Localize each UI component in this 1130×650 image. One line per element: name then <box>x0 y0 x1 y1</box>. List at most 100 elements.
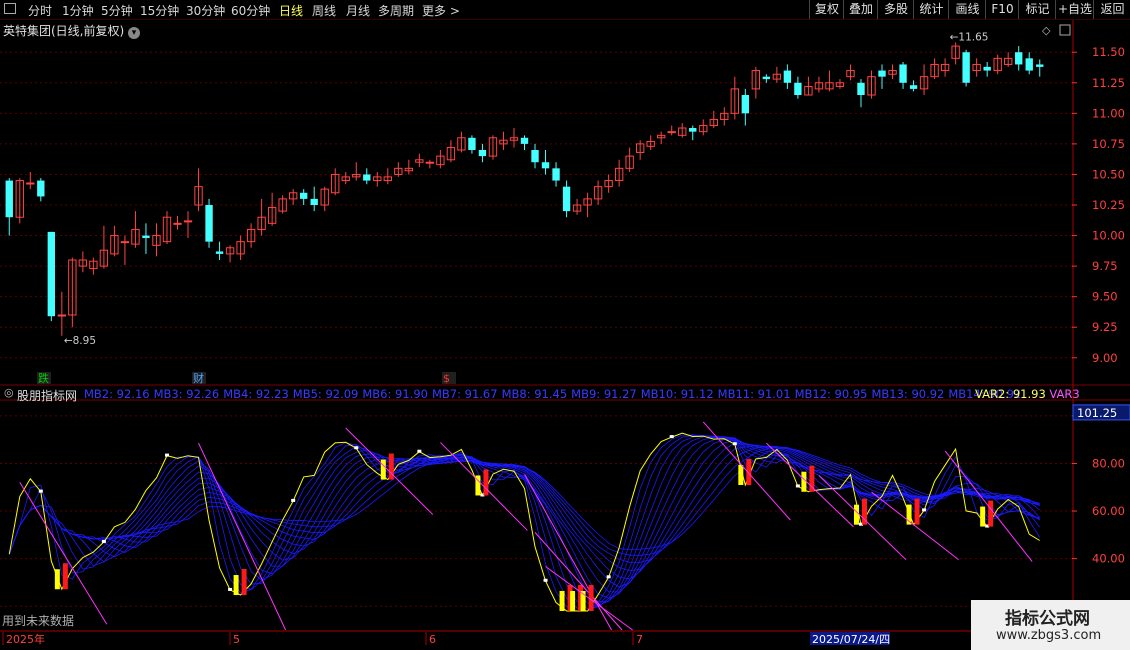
date-label-0: 2025年 <box>6 632 45 646</box>
event-marker-2: $ <box>443 372 450 385</box>
signal-dot <box>669 435 674 439</box>
candle-body <box>762 76 771 80</box>
price-axis-label: 10.00 <box>1092 229 1125 243</box>
buy-signal-bar <box>980 506 986 527</box>
var3-decline-line <box>818 475 907 561</box>
mb-value-6: MB6: 91.90 <box>362 387 428 401</box>
candle-body <box>541 162 550 169</box>
indicator-title[interactable]: 股朋指标网 <box>17 387 77 404</box>
panel-maximize-icon <box>1059 24 1071 36</box>
period-tab-7[interactable]: 周线 <box>312 2 336 19</box>
candle-body <box>909 85 918 89</box>
price-axis-label: 9.75 <box>1092 259 1118 273</box>
buy-signal-bar <box>738 465 744 486</box>
mb-line-11 <box>8 445 1040 572</box>
candle-body <box>183 220 193 223</box>
var-values: VAR2: 91.93 VAR3 <box>975 387 1080 401</box>
var3-decline-line <box>545 566 633 631</box>
candle-body <box>562 186 571 212</box>
period-tab-4[interactable]: 30分钟 <box>186 2 225 19</box>
candle-body <box>5 180 13 218</box>
toolbar-button-6[interactable]: 标记 <box>1018 0 1056 19</box>
candle-body <box>520 137 529 144</box>
mb-value-7: MB7: 91.67 <box>431 387 498 401</box>
period-tab-0[interactable]: 分时 <box>28 2 52 19</box>
candle-body <box>531 150 539 163</box>
toolbar-button-8[interactable]: 返回 <box>1093 0 1130 19</box>
watermark-title: 指标公式网 <box>1005 609 1090 629</box>
signal-dot <box>101 539 106 543</box>
mb-value-12: MB12: 90.95 <box>794 387 868 401</box>
toolbar-button-2[interactable]: 多股 <box>877 0 914 19</box>
candle-body <box>173 222 182 225</box>
candle-body <box>878 70 886 77</box>
price-axis-label: 10.75 <box>1092 137 1125 151</box>
candle-body <box>689 128 697 132</box>
signal-dot <box>354 446 359 450</box>
signal-dot <box>543 578 548 582</box>
price-axis-label: 9.00 <box>1092 351 1118 365</box>
candle-body <box>478 150 487 157</box>
mb-value-8: MB8: 91.45 <box>501 387 568 401</box>
candle-body <box>300 192 308 199</box>
high-price-label: ←11.65 <box>950 31 989 43</box>
watermark-url: www.zbgs3.com <box>996 628 1102 643</box>
low-price-label: ←8.95 <box>64 335 96 347</box>
current-value: 101.25 <box>1077 406 1117 420</box>
mb-values-line: MB2: 92.16 MB3: 92.26 MB4: 92.23 MB5: 92.09… <box>84 387 1074 401</box>
period-tab-8[interactable]: 月线 <box>346 2 370 19</box>
toolbar-button-7[interactable]: +自选 <box>1055 0 1094 19</box>
price-axis-label: 10.25 <box>1092 198 1125 212</box>
buy-signal-bar <box>801 471 807 492</box>
diamond-icon: ◇ <box>1042 24 1051 37</box>
date-label-2: 6 <box>429 633 436 646</box>
period-tab-3[interactable]: 15分钟 <box>140 2 179 19</box>
candle-body <box>425 161 435 164</box>
date-label-3: 7 <box>636 633 643 646</box>
signal-dot <box>795 484 800 488</box>
mb-value-11: MB11: 91.01 <box>717 387 791 401</box>
candle-body <box>783 70 792 83</box>
candle-body <box>205 205 213 242</box>
toolbar-button-5[interactable]: F10 <box>985 0 1019 19</box>
toolbar-button-3[interactable]: 统计 <box>913 0 949 19</box>
var3-decline-line <box>702 421 791 521</box>
toolbar-button-1[interactable]: 叠加 <box>843 0 878 19</box>
event-marker-1: 财 <box>193 371 204 385</box>
period-tab-1[interactable]: 1分钟 <box>62 2 94 19</box>
buy-signal-bar-red <box>483 469 489 496</box>
candle-body <box>47 231 55 317</box>
var3-decline-line <box>534 532 623 631</box>
mb-value-13: MB13: 90.92 <box>871 387 945 401</box>
buy-signal-bar-red <box>62 563 68 590</box>
period-tab-2[interactable]: 5分钟 <box>101 2 133 19</box>
signal-dot <box>606 575 611 579</box>
candle-body <box>1025 58 1033 71</box>
buy-signal-bar <box>54 569 60 590</box>
var3-decline-line <box>944 450 1033 562</box>
price-axis-label: 9.50 <box>1092 290 1118 304</box>
period-tab-5[interactable]: 60分钟 <box>231 2 270 19</box>
candle-body <box>120 241 130 244</box>
price-axis-label: 10.50 <box>1092 167 1125 181</box>
candle-body <box>37 180 45 197</box>
buy-signal-bar <box>559 590 565 611</box>
price-axis-label: 11.00 <box>1092 106 1125 120</box>
buy-signal-bar <box>570 590 576 611</box>
candle-body <box>57 314 67 317</box>
signal-dot <box>417 449 422 453</box>
chart-canvas: 11.50 11.25 11.00 10.75 10.50 10.25 10.00 9.75 9… <box>0 20 1130 646</box>
price-axis-label: 9.25 <box>1092 320 1118 334</box>
candle-body <box>468 137 476 150</box>
period-tab-9[interactable]: 多周期 <box>378 2 414 19</box>
period-tab-10[interactable]: 更多 > <box>422 2 460 19</box>
signal-dot <box>291 498 296 502</box>
candle-body <box>215 251 224 254</box>
signal-dot <box>228 587 233 591</box>
menu-icon[interactable] <box>4 3 16 17</box>
period-tab-6[interactable]: 日线 <box>279 2 303 19</box>
candle-body <box>363 174 371 181</box>
toolbar-button-4[interactable]: 画线 <box>948 0 986 19</box>
toolbar-button-0[interactable]: 复权 <box>809 0 844 19</box>
candle-body <box>26 182 35 185</box>
